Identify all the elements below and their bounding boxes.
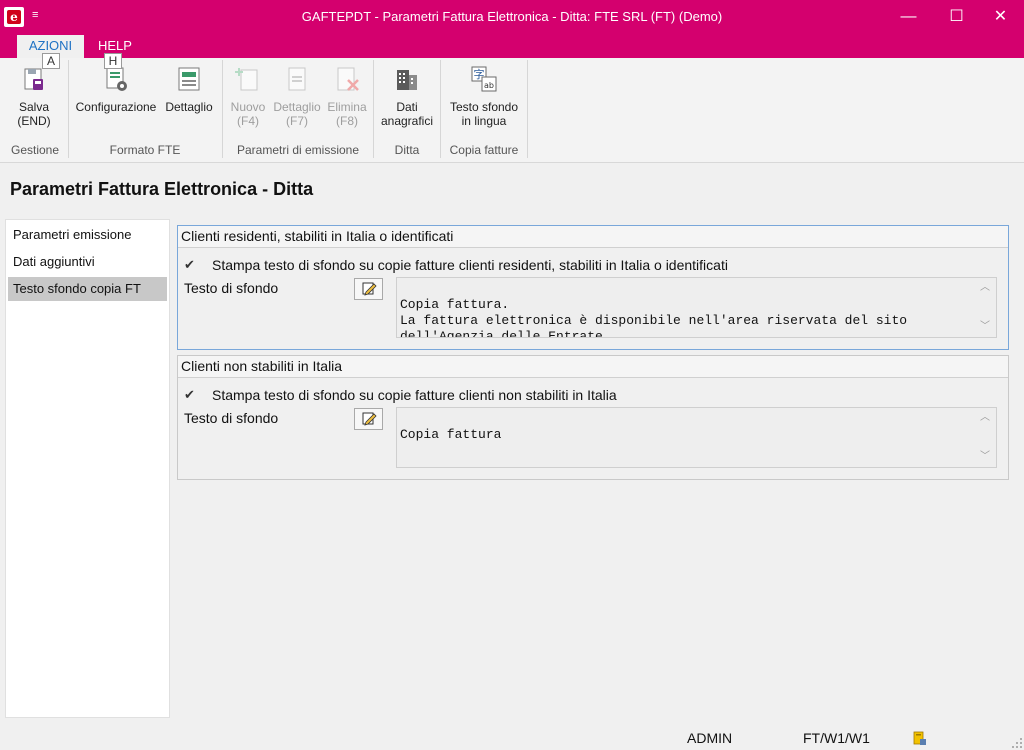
dettaglio-f7-button[interactable]: Dettaglio (F7) xyxy=(270,64,324,128)
configurazione-button[interactable]: Configurazione xyxy=(72,64,160,114)
testo-sfondo-lingua-label-2: in lingua xyxy=(461,114,507,128)
close-button[interactable]: ✕ xyxy=(978,0,1023,33)
scroll-up-icon[interactable]: ︿ xyxy=(979,413,991,423)
ribbon-separator xyxy=(440,60,441,158)
elimina-shortcut: (F8) xyxy=(336,114,358,128)
building-icon xyxy=(397,70,417,90)
side-navigation: Parametri emissione Dati aggiuntivi Test… xyxy=(5,219,170,718)
database-status-icon xyxy=(913,731,926,745)
nav-item-dati-aggiuntivi[interactable]: Dati aggiuntivi xyxy=(8,250,167,274)
ribbon-separator xyxy=(222,60,223,158)
dati-anagrafici-label-1: Dati xyxy=(396,100,418,114)
testo-sfondo-lingua-label-1: Testo sfondo xyxy=(449,100,519,114)
ribbon-separator xyxy=(68,60,69,158)
section-title: Clienti residenti, stabiliti in Italia o… xyxy=(178,226,1008,248)
elimina-label: Elimina xyxy=(327,100,367,114)
salva-shortcut: (END) xyxy=(17,114,51,128)
checkbox-checked-icon[interactable]: ✔ xyxy=(184,258,198,272)
group-label-copia-fatture: Copia fatture xyxy=(449,143,519,157)
dettaglio-f7-shortcut: (F7) xyxy=(286,114,308,128)
dettaglio-f7-label: Dettaglio xyxy=(273,100,321,114)
new-doc-icon xyxy=(235,68,258,91)
nuovo-label: Nuovo xyxy=(230,100,266,114)
translate-icon: 字 ab xyxy=(471,66,497,92)
nuovo-shortcut: (F4) xyxy=(237,114,259,128)
textarea-content: Copia fattura. La fattura elettronica è … xyxy=(400,297,908,338)
configurazione-label: Configurazione xyxy=(75,100,157,114)
menu-bar: AZIONI HELP xyxy=(0,35,1024,58)
minimize-button[interactable]: — xyxy=(886,0,931,33)
keytip-azioni: A xyxy=(42,53,60,69)
dettaglio-label: Dettaglio xyxy=(165,100,213,114)
dati-anagrafici-button[interactable]: Dati anagrafici xyxy=(376,64,438,128)
nav-item-testo-sfondo-copia-ft[interactable]: Testo sfondo copia FT xyxy=(8,277,167,301)
scroll-down-icon[interactable]: ﹀ xyxy=(979,452,991,462)
ribbon-separator xyxy=(373,60,374,158)
resize-grip-icon[interactable] xyxy=(1011,737,1023,749)
salva-button[interactable]: Salva (END) xyxy=(12,64,56,128)
textarea-content: Copia fattura xyxy=(400,427,502,442)
scroll-down-icon[interactable]: ﹀ xyxy=(979,322,991,332)
group-label-gestione: Gestione xyxy=(10,143,60,157)
edit-text-button[interactable] xyxy=(354,408,383,430)
testo-sfondo-label: Testo di sfondo xyxy=(184,410,279,426)
scroll-up-icon[interactable]: ︿ xyxy=(979,283,991,293)
nuovo-button[interactable]: Nuovo (F4) xyxy=(226,64,270,128)
detail-list-icon xyxy=(178,67,200,91)
edit-pencil-icon xyxy=(362,282,377,296)
svg-text:ab: ab xyxy=(484,81,494,90)
window-title: GAFTEPDT - Parametri Fattura Elettronica… xyxy=(301,9,723,24)
doc-detail-icon xyxy=(288,67,306,91)
status-bar: ADMIN FT/W1/W1 xyxy=(0,725,1024,750)
status-location: FT/W1/W1 xyxy=(803,730,870,746)
testo-sfondo-label: Testo di sfondo xyxy=(184,280,279,296)
title-bar: e ≡ GAFTEPDT - Parametri Fattura Elettro… xyxy=(0,0,1024,35)
checkbox-checked-icon[interactable]: ✔ xyxy=(184,388,198,402)
section-clienti-non-stabiliti: Clienti non stabiliti in Italia ✔ Stampa… xyxy=(177,355,1009,480)
ribbon: Salva (END) Gestione Configurazione Dett… xyxy=(0,58,1024,163)
nav-item-parametri-emissione[interactable]: Parametri emissione xyxy=(8,223,167,247)
testo-sfondo-textarea[interactable]: Copia fattura ︿ ﹀ xyxy=(396,407,997,468)
checkbox-label: Stampa testo di sfondo su copie fatture … xyxy=(212,387,617,403)
elimina-button[interactable]: Elimina (F8) xyxy=(324,64,370,128)
group-label-formato-fte: Formato FTE xyxy=(109,143,181,157)
dettaglio-button[interactable]: Dettaglio xyxy=(160,64,218,114)
dati-anagrafici-label-2: anagrafici xyxy=(380,114,434,128)
salva-label: Salva xyxy=(18,100,50,114)
keytip-help: H xyxy=(104,53,122,69)
testo-sfondo-lingua-button[interactable]: 字 ab Testo sfondo in lingua xyxy=(443,64,525,128)
edit-pencil-icon xyxy=(362,412,377,426)
maximize-button[interactable]: ☐ xyxy=(934,0,979,33)
checkbox-label: Stampa testo di sfondo su copie fatture … xyxy=(212,257,728,273)
group-label-parametri-emissione: Parametri di emissione xyxy=(236,143,360,157)
section-title: Clienti non stabiliti in Italia xyxy=(178,356,1008,378)
edit-text-button[interactable] xyxy=(354,278,383,300)
group-label-ditta: Ditta xyxy=(394,143,420,157)
section-clienti-residenti: Clienti residenti, stabiliti in Italia o… xyxy=(177,225,1009,350)
page-title: Parametri Fattura Elettronica - Ditta xyxy=(10,179,314,199)
ribbon-separator xyxy=(527,60,528,158)
status-user: ADMIN xyxy=(687,730,733,746)
delete-doc-icon xyxy=(337,67,359,91)
testo-sfondo-textarea[interactable]: Copia fattura. La fattura elettronica è … xyxy=(396,277,997,338)
